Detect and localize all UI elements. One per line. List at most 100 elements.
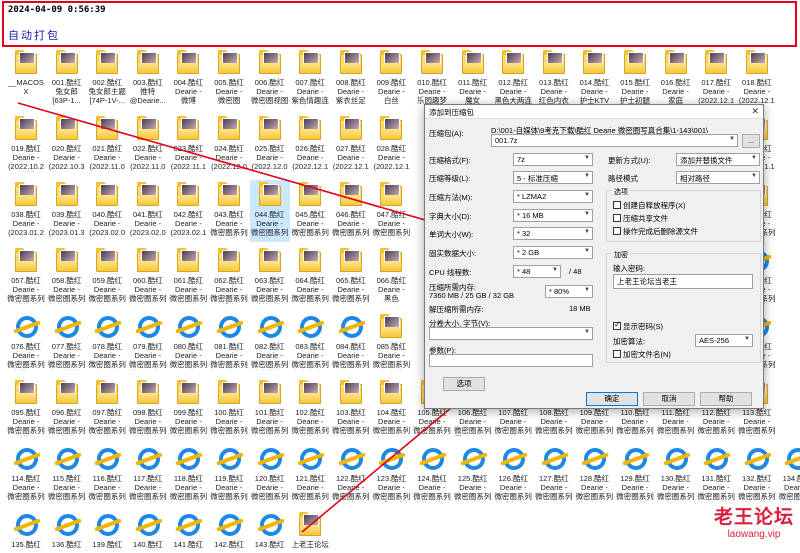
dict-select[interactable]: * 16 MB ▼ <box>513 209 593 222</box>
file-item[interactable]: 117.酷红 Dearie - 微密圈系列 毛绒耳的... <box>128 444 168 506</box>
folder-item[interactable]: 040.酷红 Dearie - (2023.02.0 6) 上课... <box>87 180 127 242</box>
solid-select[interactable]: * 2 GB ▼ <box>513 246 593 259</box>
encrypt-names-checkbox[interactable]: 加密文件名(N) <box>613 349 671 360</box>
folder-item[interactable]: 022.酷红 Dearie - (2022.11.0 2) 情趣... <box>128 114 168 176</box>
help-button[interactable]: 帮助 <box>700 392 752 406</box>
folder-item[interactable]: 010.酷红 Dearie - 乐园趣梦 <box>412 48 452 110</box>
update-select[interactable]: 添加并替换文件 ▼ <box>676 153 760 166</box>
sfx-checkbox[interactable]: 创建自释放程序(X) <box>613 200 686 211</box>
file-item[interactable]: 121.酷红 Dearie - 微密圈系列 私人玩物... <box>290 444 330 506</box>
split-input[interactable]: ▼ <box>429 327 593 340</box>
file-item[interactable]: 076.酷红 Dearie - 微密圈系列 蜜桃腿... <box>6 312 46 374</box>
file-item[interactable]: 077.酷红 Dearie - 微密圈系列 今天说说... <box>47 312 87 374</box>
ok-button[interactable]: 确定 <box>586 392 638 406</box>
file-item[interactable]: 120.酷红 Dearie - 微密圈系列 丝袜朋家... <box>250 444 290 506</box>
folder-item[interactable]: 016.酷红 Dearie - 家庭 <box>656 48 696 110</box>
file-item[interactable]: 142.酷红 <box>209 510 249 553</box>
mem-pct-select[interactable]: * 80% ▼ <box>545 285 593 298</box>
cancel-button[interactable]: 取消 <box>643 392 695 406</box>
file-item[interactable]: 130.酷红 Dearie - 微密圈系列 给你伴随... <box>656 444 696 506</box>
folder-item[interactable]: 062.酷红 Dearie - 微密圈系列 餐桌 <box>209 246 249 308</box>
folder-item[interactable]: 101.酷红 Dearie - 微密圈系列 全脸女理... <box>250 378 290 440</box>
folder-item[interactable]: 046.酷红 Dearie - 微密圈系列 韩国小... <box>331 180 371 242</box>
file-item[interactable]: 118.酷红 Dearie - 微密圈系列 年底在话... <box>168 444 208 506</box>
password-input[interactable]: 上老王论坛当老王 <box>613 274 753 289</box>
close-icon[interactable]: ✕ <box>751 106 759 117</box>
options-button[interactable]: 选项 <box>443 377 485 391</box>
folder-item[interactable]: 015.酷红 Dearie - 护士初腿 <box>615 48 655 110</box>
file-item[interactable]: 132.酷红 Dearie - 微密圈系列 浴浴看... <box>737 444 777 506</box>
folder-item[interactable]: 004.酷红 Dearie - 微博 [195P-1... <box>168 48 208 110</box>
folder-item[interactable]: 098.酷红 Dearie - 微密圈系列 化身主人... <box>128 378 168 440</box>
file-item[interactable]: 114.酷红 Dearie - 微密圈系列 浪漫热气... <box>6 444 46 506</box>
folder-item[interactable]: 060.酷红 Dearie - 微密圈系列 书房 <box>128 246 168 308</box>
params-input[interactable] <box>429 354 593 367</box>
folder-item[interactable]: 061.酷红 Dearie - 微密圈系列 网袜 <box>168 246 208 308</box>
folder-item[interactable]: 028.酷红 Dearie - (2022.12.1 7) 红酒... <box>371 114 411 176</box>
folder-item[interactable]: 041.酷红 Dearie - (2023.02.0 9) 宣家... <box>128 180 168 242</box>
file-item[interactable]: 124.酷红 Dearie - 微密圈系列 学生视角... <box>412 444 452 506</box>
browse-button[interactable]: ... <box>742 134 760 148</box>
file-item[interactable]: 136.酷红 <box>47 510 87 553</box>
folder-item[interactable]: 104.酷红 Dearie - 微密圈系列 旺旺 [35... <box>371 378 411 440</box>
file-item[interactable]: 119.酷红 Dearie - 微密圈系列 上下室等... <box>209 444 249 506</box>
folder-item[interactable]: 064.酷红 Dearie - 微密圈系列 男友视角... <box>290 246 330 308</box>
folder-item[interactable]: 019.酷红 Dearie - (2022.10.2 7) 微博... <box>6 114 46 176</box>
cpu-select[interactable]: * 48 ▼ <box>513 265 561 278</box>
file-item[interactable]: 140.酷红 <box>128 510 168 553</box>
file-item[interactable]: 082.酷红 Dearie - 微密圈系列 情人节快... <box>250 312 290 374</box>
file-item[interactable]: 127.酷红 Dearie - 微密圈系列 红色连衣... <box>534 444 574 506</box>
file-item[interactable]: 134.酷红 Dearie - 微密圈系列 内衣天线... <box>777 444 800 506</box>
folder-item[interactable]: 025.酷红 Dearie - (2022.12.0 8) 女孩... <box>250 114 290 176</box>
folder-item[interactable]: 047.酷红 Dearie - 微密圈系列 我已想我... <box>371 180 411 242</box>
file-item[interactable]: 115.酷红 Dearie - 微密圈系列 主人恰我... <box>47 444 87 506</box>
folder-item[interactable]: 021.酷红 Dearie - (2022.11.0 1) 黑丝... <box>87 114 127 176</box>
folder-item[interactable]: 009.酷红 Dearie - 白丝 [34P-94... <box>371 48 411 110</box>
folder-item[interactable]: 095.酷红 Dearie - 微密圈系列 哪欣赏可... <box>6 378 46 440</box>
folder-item[interactable]: 063.酷红 Dearie - 微密圈系列 情趣带 [19... <box>250 246 290 308</box>
folder-item[interactable]: 099.酷红 Dearie - 微密圈系列 浪荒黑色... <box>168 378 208 440</box>
folder-item[interactable]: __MACOS X <box>6 48 46 110</box>
folder-item[interactable]: 005.酷红 Dearie - 微密圈 [914P-1... <box>209 48 249 110</box>
file-item[interactable]: 131.酷红 Dearie - 微密圈系列 内衣深情... <box>696 444 736 506</box>
folder-item[interactable]: 003.酷红 推特 @Dearie... <box>128 48 168 110</box>
folder-item[interactable]: 027.酷红 Dearie - (2022.12.1 4) 主人... <box>331 114 371 176</box>
folder-item[interactable]: 065.酷红 Dearie - 微密圈系列 男友视角... <box>331 246 371 308</box>
shared-checkbox[interactable]: 压缩共享文件 <box>613 213 668 224</box>
file-item[interactable]: 123.酷红 Dearie - 微密圈系列 享受日式... <box>371 444 411 506</box>
folder-item[interactable]: 007.酷红 Dearie - 紫色情趣连 体衣 [34... <box>290 48 330 110</box>
method-select[interactable]: * LZMA2 ▼ <box>513 190 593 203</box>
file-item[interactable]: 141.酷红 <box>168 510 208 553</box>
folder-item[interactable]: 023.酷红 Dearie - (2022.11.1 3) 玩双... <box>168 114 208 176</box>
file-item[interactable]: 135.酷红 <box>6 510 46 553</box>
folder-item[interactable]: 059.酷红 Dearie - 微密圈系列 寿司 <box>87 246 127 308</box>
folder-item[interactable]: 013.酷红 Dearie - 红色内衣 <box>534 48 574 110</box>
folder-item[interactable]: 097.酷红 Dearie - 微密圈系列 你想来不... <box>87 378 127 440</box>
file-item[interactable]: 079.酷红 Dearie - 微密圈系列 美国肉食... <box>128 312 168 374</box>
archive-name-input[interactable]: 001.7z ▼ <box>491 134 738 147</box>
delete-checkbox[interactable]: 操作完成后删除源文件 <box>613 226 698 237</box>
folder-item[interactable]: 上老王论坛 <box>290 510 330 553</box>
folder-item[interactable]: 058.酷红 Dearie - 微密圈系列 红色连衣... <box>47 246 87 308</box>
folder-item[interactable]: 039.酷红 Dearie - (2023.01.3 1) 抹油... <box>47 180 87 242</box>
file-item[interactable]: 080.酷红 Dearie - 微密圈系列 明日你... <box>168 312 208 374</box>
folder-item[interactable]: 014.酷红 Dearie - 护士KTV <box>574 48 614 110</box>
file-item[interactable]: 125.酷红 Dearie - 微密圈系列 小叔婆... <box>453 444 493 506</box>
folder-item[interactable]: 020.酷红 Dearie - (2022.10.3 0) 小母... <box>47 114 87 176</box>
folder-item[interactable]: 024.酷红 Dearie - (2022.12.0 4) 公园... <box>209 114 249 176</box>
folder-item[interactable]: 011.酷红 Dearie - 魔女 <box>453 48 493 110</box>
format-select[interactable]: 7z ▼ <box>513 153 593 166</box>
file-item[interactable]: 116.酷红 Dearie - 微密圈系列 连体衣... <box>87 444 127 506</box>
folder-item[interactable]: 002.酷红 兔女郎主题 [74P-1V-... <box>87 48 127 110</box>
folder-item[interactable]: 096.酷红 Dearie - 微密圈系列 黑丝长裙... <box>47 378 87 440</box>
file-item[interactable]: 128.酷红 Dearie - 微密圈系列 镂空情趣... <box>574 444 614 506</box>
folder-item[interactable]: 044.酷红 Dearie - 微密圈系列 来自二... <box>249 180 290 242</box>
file-item[interactable]: 078.酷红 Dearie - 微密圈系列 黑丝红色... <box>87 312 127 374</box>
folder-item[interactable]: 103.酷红 Dearie - 微密圈系列 热情红天... <box>331 378 371 440</box>
file-item[interactable]: 139.酷红 <box>87 510 127 553</box>
folder-item[interactable]: 026.酷红 Dearie - (2022.12.1 1) 海司... <box>290 114 330 176</box>
folder-item[interactable]: 045.酷红 Dearie - 微密圈系列 真的吃饭... <box>290 180 330 242</box>
file-item[interactable]: 081.酷红 Dearie - 微密圈系列 相互交叉... <box>209 312 249 374</box>
folder-item[interactable]: 008.酷红 Dearie - 紫衣丝足 [36P-15V... <box>331 48 371 110</box>
folder-item[interactable]: 018.酷红 Dearie - (2022.12.1 <box>737 48 777 110</box>
